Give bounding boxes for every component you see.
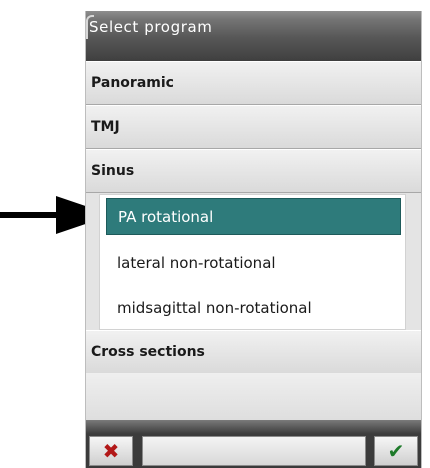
- close-icon: ✖: [102, 439, 120, 463]
- option-midsagittal-non-rotational[interactable]: midsagittal non-rotational: [99, 288, 406, 328]
- program-item-label: TMJ: [91, 119, 120, 135]
- checkmark-icon: ✔: [387, 439, 405, 463]
- option-label: lateral non-rotational: [117, 254, 276, 272]
- program-item-label: Panoramic: [91, 75, 174, 91]
- program-item-tmj[interactable]: TMJ: [86, 105, 421, 149]
- program-item-label: Sinus: [91, 163, 135, 179]
- status-field: [142, 436, 366, 466]
- option-label: midsagittal non-rotational: [117, 299, 312, 317]
- option-lateral-non-rotational[interactable]: lateral non-rotational: [99, 243, 406, 283]
- dialog-title-bar: Select program: [86, 11, 421, 61]
- program-item-label: Cross sections: [91, 344, 205, 360]
- option-pa-rotational[interactable]: PA rotational: [106, 198, 401, 235]
- list-empty-area: [86, 373, 421, 420]
- program-item-sinus[interactable]: Sinus: [86, 149, 421, 193]
- select-program-dialog: Select program Panoramic TMJ Sinus PA ro…: [85, 11, 422, 468]
- sinus-options-list: PA rotational lateral non-rotational mid…: [99, 194, 406, 330]
- program-item-panoramic[interactable]: Panoramic: [86, 61, 421, 105]
- option-label: PA rotational: [118, 207, 214, 226]
- cancel-button[interactable]: ✖: [89, 436, 133, 466]
- dialog-button-bar: ✖ ✔: [86, 420, 421, 468]
- confirm-button[interactable]: ✔: [374, 436, 418, 466]
- program-item-cross-sections[interactable]: Cross sections: [86, 330, 421, 374]
- dialog-title: Select program: [89, 18, 213, 36]
